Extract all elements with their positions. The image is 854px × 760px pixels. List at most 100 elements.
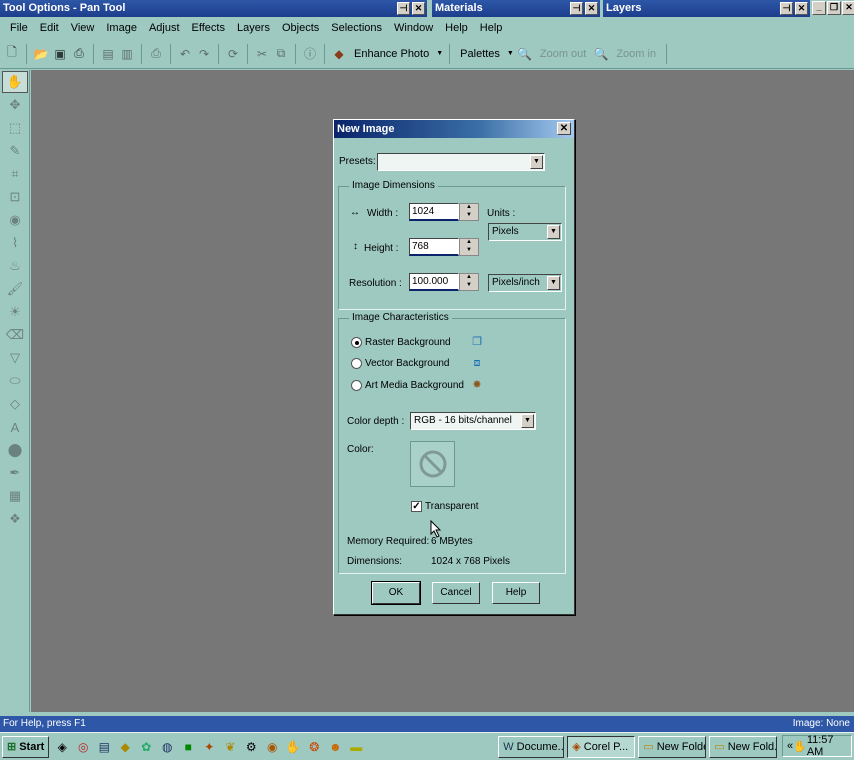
preset-shape-tool-icon[interactable]: ⬤ (2, 439, 28, 461)
save-icon[interactable]: ▤ (100, 46, 116, 62)
straighten-tool-icon[interactable]: ⊡ (2, 186, 28, 208)
tray-hand-icon[interactable]: ✋ (793, 740, 807, 753)
transparent-checkbox[interactable]: ✓ (411, 501, 422, 512)
menu-help-2[interactable]: Help (474, 17, 509, 39)
scan-icon[interactable]: ⎙ (71, 46, 87, 62)
quick-launch-icon[interactable]: ■ (180, 739, 196, 755)
close-icon[interactable]: ✕ (795, 2, 808, 15)
menu-selections[interactable]: Selections (325, 17, 388, 39)
spin-up-icon[interactable]: ▲ (460, 204, 478, 212)
close-window-icon[interactable]: ✕ (842, 1, 854, 15)
menu-file[interactable]: File (4, 17, 34, 39)
height-input[interactable]: 768 (409, 238, 459, 256)
quick-launch-icon[interactable]: ✦ (201, 739, 217, 755)
warp-tool-icon[interactable]: ▦ (2, 485, 28, 507)
menu-image[interactable]: Image (100, 17, 143, 39)
palettes-dropdown-icon[interactable]: ▼ (507, 50, 514, 57)
presets-dropdown[interactable]: ▼ (377, 153, 545, 171)
minimize-icon[interactable]: _ (812, 1, 826, 15)
spin-down-icon[interactable]: ▼ (460, 212, 478, 220)
chevron-down-icon[interactable]: ▼ (530, 155, 543, 169)
shape-tool-icon[interactable]: ◇ (2, 393, 28, 415)
close-icon[interactable]: ✕ (412, 2, 425, 15)
width-input[interactable]: 1024 (409, 203, 459, 221)
zoom-in-button[interactable]: Zoom in (612, 48, 660, 60)
zoom-out-button[interactable]: Zoom out (536, 48, 590, 60)
save-as-icon[interactable]: ▥ (119, 46, 135, 62)
spin-up-icon[interactable]: ▲ (460, 274, 478, 282)
resolution-spinner[interactable]: ▲ ▼ (459, 273, 479, 291)
undo-icon[interactable]: ↶ (177, 46, 193, 62)
redo-icon[interactable]: ↷ (196, 46, 212, 62)
chevron-down-icon[interactable]: ▼ (547, 276, 560, 290)
clone-tool-icon[interactable]: ♨ (2, 255, 28, 277)
quick-launch-icon[interactable]: ❂ (306, 739, 322, 755)
dropper-tool-icon[interactable]: ✎ (2, 140, 28, 162)
picture-tube-tool-icon[interactable]: ⬭ (2, 370, 28, 392)
task-document[interactable]: W Docume... (498, 735, 565, 758)
repeat-icon[interactable]: ⟳ (225, 46, 241, 62)
quick-launch-icon[interactable]: ✿ (138, 739, 154, 755)
open-folder-icon[interactable]: 📂 (33, 46, 49, 62)
fill-tool-icon[interactable]: ▽ (2, 347, 28, 369)
new-file-icon[interactable]: 🗋 (4, 45, 20, 62)
close-icon[interactable]: ✕ (585, 2, 598, 15)
quick-launch-icon[interactable]: ⚙ (243, 739, 259, 755)
menu-window[interactable]: Window (388, 17, 439, 39)
text-tool-icon[interactable]: A (2, 416, 28, 438)
quick-launch-icon[interactable]: ☻ (327, 739, 343, 755)
quick-launch-icon[interactable]: ▬ (348, 739, 364, 755)
enhance-photo-button[interactable]: Enhance Photo (350, 48, 433, 60)
menu-effects[interactable]: Effects (186, 17, 231, 39)
vector-background-label[interactable]: Vector Background (365, 358, 450, 369)
height-spinner[interactable]: ▲ ▼ (459, 238, 479, 256)
menu-help[interactable]: Help (439, 17, 474, 39)
pan-tool-icon[interactable]: ✋ (2, 71, 28, 93)
menu-view[interactable]: View (65, 17, 101, 39)
print-icon[interactable]: ⎙ (148, 46, 164, 62)
restore-icon[interactable]: ❐ (827, 1, 841, 15)
palettes-button[interactable]: Palettes (456, 48, 504, 60)
units-dropdown[interactable]: Pixels ▼ (488, 223, 562, 241)
enhance-photo-dropdown-icon[interactable]: ▼ (436, 50, 443, 57)
vector-background-radio[interactable] (351, 358, 362, 369)
spin-up-icon[interactable]: ▲ (460, 239, 478, 247)
makeover-tool-icon[interactable]: ⌇ (2, 232, 28, 254)
task-new-folder[interactable]: ▭ New Folder (638, 735, 707, 758)
quick-launch-icon[interactable]: ◆ (117, 739, 133, 755)
paint-brush-tool-icon[interactable]: 🖌 (2, 278, 28, 300)
help-button[interactable]: Help (492, 582, 540, 604)
cancel-button[interactable]: Cancel (432, 582, 480, 604)
selection-tool-icon[interactable]: ⬚ (2, 117, 28, 139)
chevron-down-icon[interactable]: ▼ (547, 225, 560, 239)
quick-launch-icon[interactable]: ✋ (285, 739, 301, 755)
quick-launch-icon[interactable]: ◍ (159, 739, 175, 755)
dialog-close-icon[interactable]: ✕ (557, 122, 571, 135)
cut-icon[interactable]: ✂ (254, 46, 270, 62)
info-icon[interactable]: ⓘ (302, 46, 318, 62)
resolution-units-dropdown[interactable]: Pixels/inch ▼ (488, 274, 562, 292)
quick-launch-icon[interactable]: ◎ (75, 739, 91, 755)
task-new-folder-2[interactable]: ▭ New Fold... (709, 735, 778, 758)
transparent-label[interactable]: Transparent (425, 501, 479, 512)
red-eye-tool-icon[interactable]: ◉ (2, 209, 28, 231)
quick-launch-icon[interactable]: ◈ (54, 739, 70, 755)
pin-icon[interactable]: ⊣ (780, 2, 793, 15)
resolution-input[interactable]: 100.000 (409, 273, 459, 291)
crop-tool-icon[interactable]: ⌗ (2, 163, 28, 185)
menu-adjust[interactable]: Adjust (143, 17, 186, 39)
art-media-background-label[interactable]: Art Media Background (365, 380, 464, 391)
quick-launch-icon[interactable]: ▤ (96, 739, 112, 755)
raster-background-label[interactable]: Raster Background (365, 337, 451, 348)
width-spinner[interactable]: ▲ ▼ (459, 203, 479, 221)
menu-layers[interactable]: Layers (231, 17, 276, 39)
chevron-down-icon[interactable]: ▼ (521, 414, 534, 428)
pen-tool-icon[interactable]: ✒ (2, 462, 28, 484)
quick-launch-icon[interactable]: ◉ (264, 739, 280, 755)
eraser-tool-icon[interactable]: ⌫ (2, 324, 28, 346)
move-tool-icon[interactable]: ✥ (2, 94, 28, 116)
spin-down-icon[interactable]: ▼ (460, 247, 478, 255)
art-media-background-radio[interactable] (351, 380, 362, 391)
quick-launch-icon[interactable]: ❦ (222, 739, 238, 755)
menu-edit[interactable]: Edit (34, 17, 65, 39)
